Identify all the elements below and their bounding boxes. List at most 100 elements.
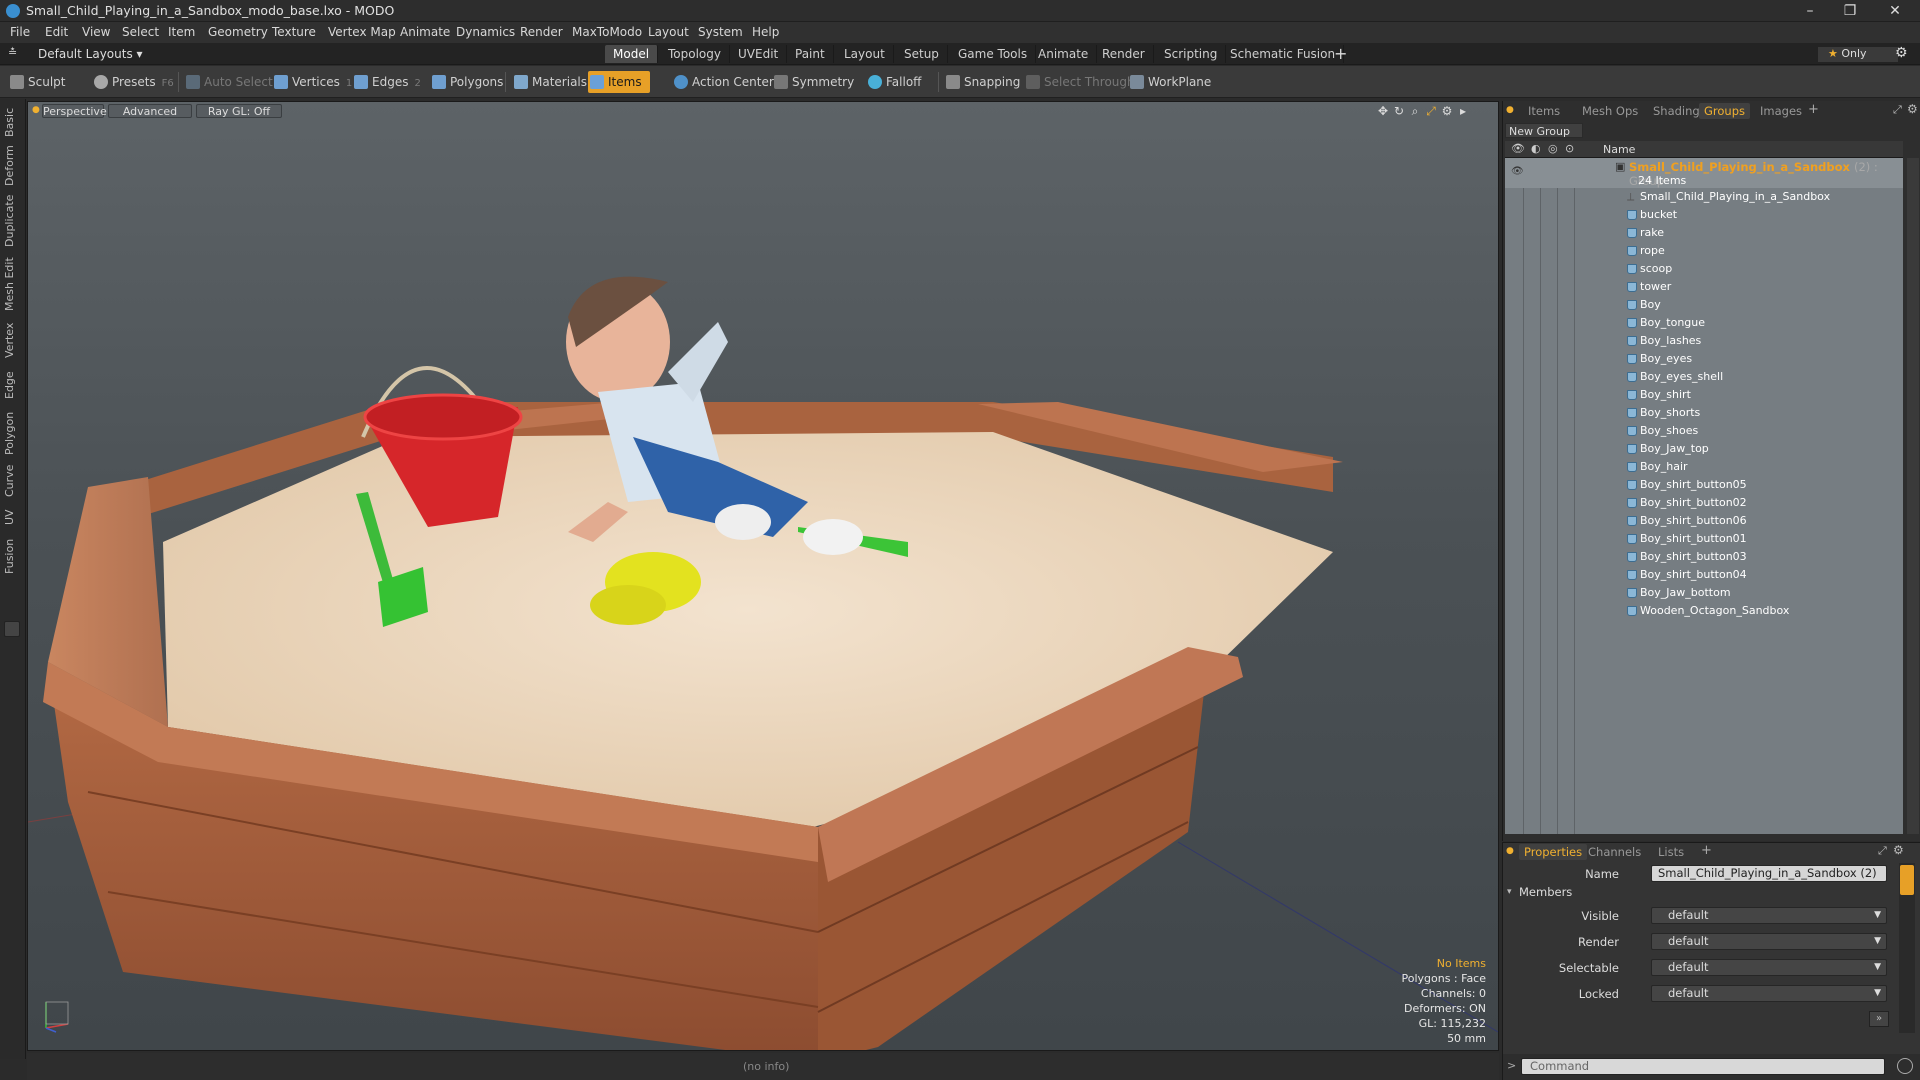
menu-item[interactable]: Item: [168, 25, 195, 39]
render-column-icon[interactable]: ◐: [1531, 142, 1541, 155]
tab-channels[interactable]: Channels: [1583, 844, 1646, 860]
menu-select[interactable]: Select: [122, 25, 159, 39]
menu-help[interactable]: Help: [752, 25, 779, 39]
minimize-icon[interactable]: –: [1790, 1, 1830, 21]
presets-button[interactable]: Presets F6: [92, 71, 174, 93]
tab-uv[interactable]: UV: [3, 505, 21, 529]
list-item[interactable]: Boy_shirt_button03: [1505, 548, 1903, 566]
items-button[interactable]: Items: [588, 71, 650, 93]
menu-vertex-map[interactable]: Vertex Map: [328, 25, 396, 39]
tab-polygon[interactable]: Polygon: [3, 409, 21, 457]
add-panel-tab-icon[interactable]: +: [1808, 102, 1819, 117]
members-collapse-icon[interactable]: ▾: [1507, 887, 1512, 897]
locked-select[interactable]: default ▼: [1651, 985, 1887, 1002]
close-icon[interactable]: ✕: [1875, 1, 1915, 21]
add-panel-tab-icon[interactable]: +: [1701, 843, 1712, 858]
menu-layout[interactable]: Layout: [648, 25, 689, 39]
move-view-icon[interactable]: ✥: [1376, 104, 1390, 118]
tab-schematic-fusion[interactable]: Schematic Fusion: [1222, 45, 1345, 63]
workplane-button[interactable]: WorkPlane: [1128, 71, 1211, 93]
visibility-column-icon[interactable]: 👁: [1511, 142, 1525, 155]
tab-mesh-edit[interactable]: Mesh Edit: [3, 255, 21, 313]
panel-settings-icon[interactable]: ⚙: [1907, 102, 1918, 116]
falloff-button[interactable]: Falloff: [866, 71, 921, 93]
render-select[interactable]: default ▼: [1651, 933, 1887, 950]
list-item[interactable]: Boy_Jaw_top: [1505, 440, 1903, 458]
command-input[interactable]: Command: [1521, 1058, 1885, 1075]
auto-select-button[interactable]: Auto Select: [184, 71, 273, 93]
action-center-button[interactable]: Action Center: [672, 71, 774, 93]
members-section[interactable]: Members: [1519, 885, 1572, 899]
tab-basic[interactable]: Basic: [3, 105, 21, 139]
vertices-button[interactable]: Vertices 1: [272, 71, 352, 93]
name-column-header[interactable]: Name: [1603, 143, 1635, 156]
tab-animate[interactable]: Animate: [1030, 45, 1098, 63]
fit-view-icon[interactable]: ⤢: [1424, 104, 1438, 118]
menu-file[interactable]: File: [10, 25, 30, 39]
list-item[interactable]: rope: [1505, 242, 1903, 260]
snapping-button[interactable]: Snapping: [944, 71, 1020, 93]
menu-texture[interactable]: Texture: [272, 25, 316, 39]
list-item[interactable]: rake: [1505, 224, 1903, 242]
panel-expand-icon[interactable]: ⤢: [1893, 103, 1902, 117]
3d-viewport[interactable]: ● Perspective Advanced Ray GL: Off ✥ ↻ ⌕…: [27, 101, 1499, 1051]
list-item[interactable]: Boy_eyes_shell: [1505, 368, 1903, 386]
raygl-dropdown[interactable]: Ray GL: Off: [196, 104, 282, 118]
new-group-button[interactable]: New Group: [1505, 123, 1583, 138]
tab-scripting[interactable]: Scripting: [1156, 45, 1227, 63]
tab-mesh-ops[interactable]: Mesh Ops: [1577, 103, 1643, 119]
tab-uvedit[interactable]: UVEdit: [730, 45, 788, 63]
panel-settings-icon[interactable]: ⚙: [1893, 843, 1904, 857]
select-through-button[interactable]: Select Through: [1024, 71, 1135, 93]
list-item[interactable]: Boy_shoes: [1505, 422, 1903, 440]
menu-dynamics[interactable]: Dynamics: [456, 25, 515, 39]
menu-animate[interactable]: Animate: [400, 25, 450, 39]
menu-system[interactable]: System: [698, 25, 743, 39]
rotate-view-icon[interactable]: ↻: [1392, 104, 1406, 118]
sculpt-button[interactable]: Sculpt: [8, 71, 65, 93]
selectable-select[interactable]: default ▼: [1651, 959, 1887, 976]
tab-groups[interactable]: Groups: [1699, 103, 1751, 119]
tab-curve[interactable]: Curve: [3, 463, 21, 499]
list-item[interactable]: Boy_shirt_button04: [1505, 566, 1903, 584]
select-column-icon[interactable]: ⊙: [1565, 142, 1574, 155]
add-tab-icon[interactable]: +: [1334, 44, 1347, 63]
menu-maxtomodo[interactable]: MaxToModo: [572, 25, 642, 39]
tree-scrollbar[interactable]: [1907, 158, 1919, 834]
materials-button[interactable]: Materials: [512, 71, 587, 93]
tab-lists[interactable]: Lists: [1653, 844, 1689, 860]
advanced-dropdown[interactable]: Advanced: [108, 104, 192, 118]
tab-images[interactable]: Images: [1755, 103, 1807, 119]
list-item[interactable]: Boy_tongue: [1505, 314, 1903, 332]
more-options-button[interactable]: »: [1869, 1011, 1889, 1027]
polygons-button[interactable]: Polygons: [430, 71, 503, 93]
list-item[interactable]: Boy: [1505, 296, 1903, 314]
list-item[interactable]: Boy_Jaw_bottom: [1505, 584, 1903, 602]
list-item[interactable]: Wooden_Octagon_Sandbox: [1505, 602, 1903, 620]
tab-properties[interactable]: Properties: [1519, 844, 1588, 860]
list-item[interactable]: Boy_shirt_button01: [1505, 530, 1903, 548]
maximize-icon[interactable]: ❐: [1830, 1, 1870, 21]
list-item[interactable]: Boy_shirt_button05: [1505, 476, 1903, 494]
tab-items[interactable]: Items: [1523, 103, 1565, 119]
edges-button[interactable]: Edges 2: [352, 71, 421, 93]
group-visibility-icon[interactable]: 👁: [1511, 166, 1524, 177]
list-item[interactable]: Boy_eyes: [1505, 350, 1903, 368]
group-row[interactable]: 👁 ▣ Small_Child_Playing_in_a_Sandbox (2)…: [1505, 158, 1903, 188]
menu-edit[interactable]: Edit: [45, 25, 68, 39]
menu-render[interactable]: Render: [520, 25, 563, 39]
viewport-expand-icon[interactable]: ▸: [1456, 104, 1470, 118]
list-item[interactable]: Boy_shirt_button02: [1505, 494, 1903, 512]
name-field[interactable]: Small_Child_Playing_in_a_Sandbox (2): [1651, 865, 1887, 882]
symmetry-button[interactable]: Symmetry: [772, 71, 854, 93]
tab-model[interactable]: Model: [605, 45, 659, 63]
list-item[interactable]: tower: [1505, 278, 1903, 296]
viewport-settings-icon[interactable]: ⚙: [1440, 104, 1454, 118]
only-toggle[interactable]: ★ Only: [1818, 47, 1898, 62]
tab-setup[interactable]: Setup: [896, 45, 948, 63]
list-item[interactable]: Boy_hair: [1505, 458, 1903, 476]
tab-topology[interactable]: Topology: [660, 45, 730, 63]
list-item[interactable]: Boy_shorts: [1505, 404, 1903, 422]
lock-column-icon[interactable]: ◎: [1548, 142, 1558, 155]
tab-render[interactable]: Render: [1094, 45, 1154, 63]
